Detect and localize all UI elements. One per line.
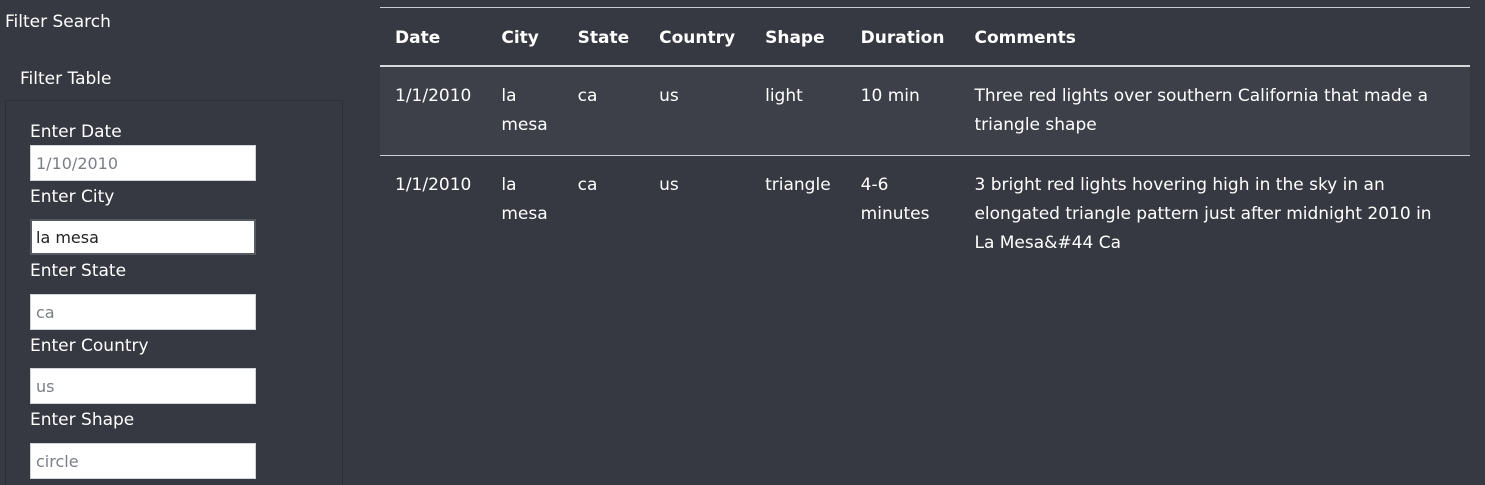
cell-city: la mesa: [486, 155, 563, 273]
state-label: Enter State: [30, 261, 127, 281]
header-state: State: [562, 8, 645, 67]
date-label: Enter Date: [30, 122, 122, 142]
cell-comments: 3 bright red lights hovering high in the…: [959, 155, 1470, 273]
cell-city: la mesa: [486, 66, 563, 156]
cell-comments: Three red lights over southern Californi…: [959, 66, 1470, 156]
header-comments: Comments: [959, 8, 1470, 67]
table-row: 1/1/2010 la mesa ca us triangle 4-6 minu…: [380, 155, 1470, 273]
header-shape: Shape: [750, 8, 846, 67]
state-input[interactable]: [30, 294, 256, 330]
shape-label: Enter Shape: [30, 410, 135, 430]
date-input[interactable]: [30, 145, 256, 181]
filter-search-title: Filter Search: [5, 12, 111, 32]
ufo-table: Date City State Country Shape Duration C…: [380, 8, 1470, 273]
cell-country: us: [644, 155, 751, 273]
city-input[interactable]: [30, 219, 256, 255]
ufo-filter-page: Filter Search Filter Table Enter Date En…: [0, 0, 1485, 485]
cell-date: 1/1/2010: [380, 66, 487, 156]
table-row: 1/1/2010 la mesa ca us light 10 min Thre…: [380, 66, 1470, 156]
filter-table-title: Filter Table: [20, 69, 112, 89]
country-input[interactable]: [30, 368, 256, 404]
filter-sidebar: Filter Search Filter Table Enter Date En…: [0, 0, 360, 485]
country-label: Enter Country: [30, 336, 149, 356]
cell-shape: triangle: [750, 155, 846, 273]
cell-state: ca: [562, 155, 645, 273]
header-city: City: [486, 8, 563, 67]
cell-shape: light: [750, 66, 846, 156]
cell-state: ca: [562, 66, 645, 156]
cell-date: 1/1/2010: [380, 155, 487, 273]
shape-input[interactable]: [30, 443, 256, 479]
header-country: Country: [644, 8, 751, 67]
header-date: Date: [380, 8, 487, 67]
table-header-row: Date City State Country Shape Duration C…: [380, 8, 1470, 67]
cell-duration: 10 min: [845, 66, 960, 156]
cell-duration: 4-6 minutes: [845, 155, 960, 273]
city-label: Enter City: [30, 187, 115, 207]
header-duration: Duration: [845, 8, 960, 67]
cell-country: us: [644, 66, 751, 156]
